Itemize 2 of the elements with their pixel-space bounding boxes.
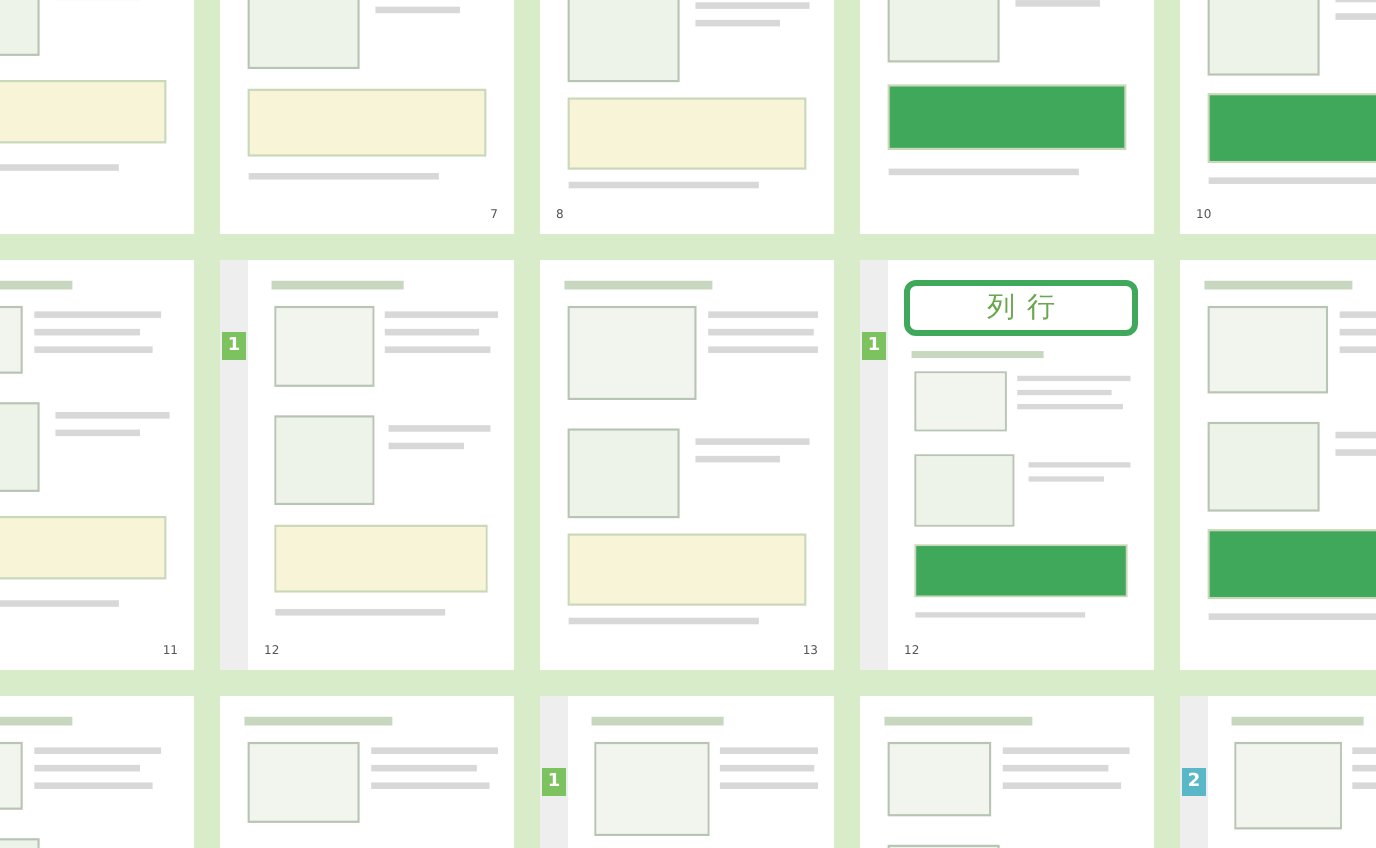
large-character: 行 bbox=[1027, 290, 1055, 326]
large-character: 列 bbox=[987, 290, 1015, 326]
